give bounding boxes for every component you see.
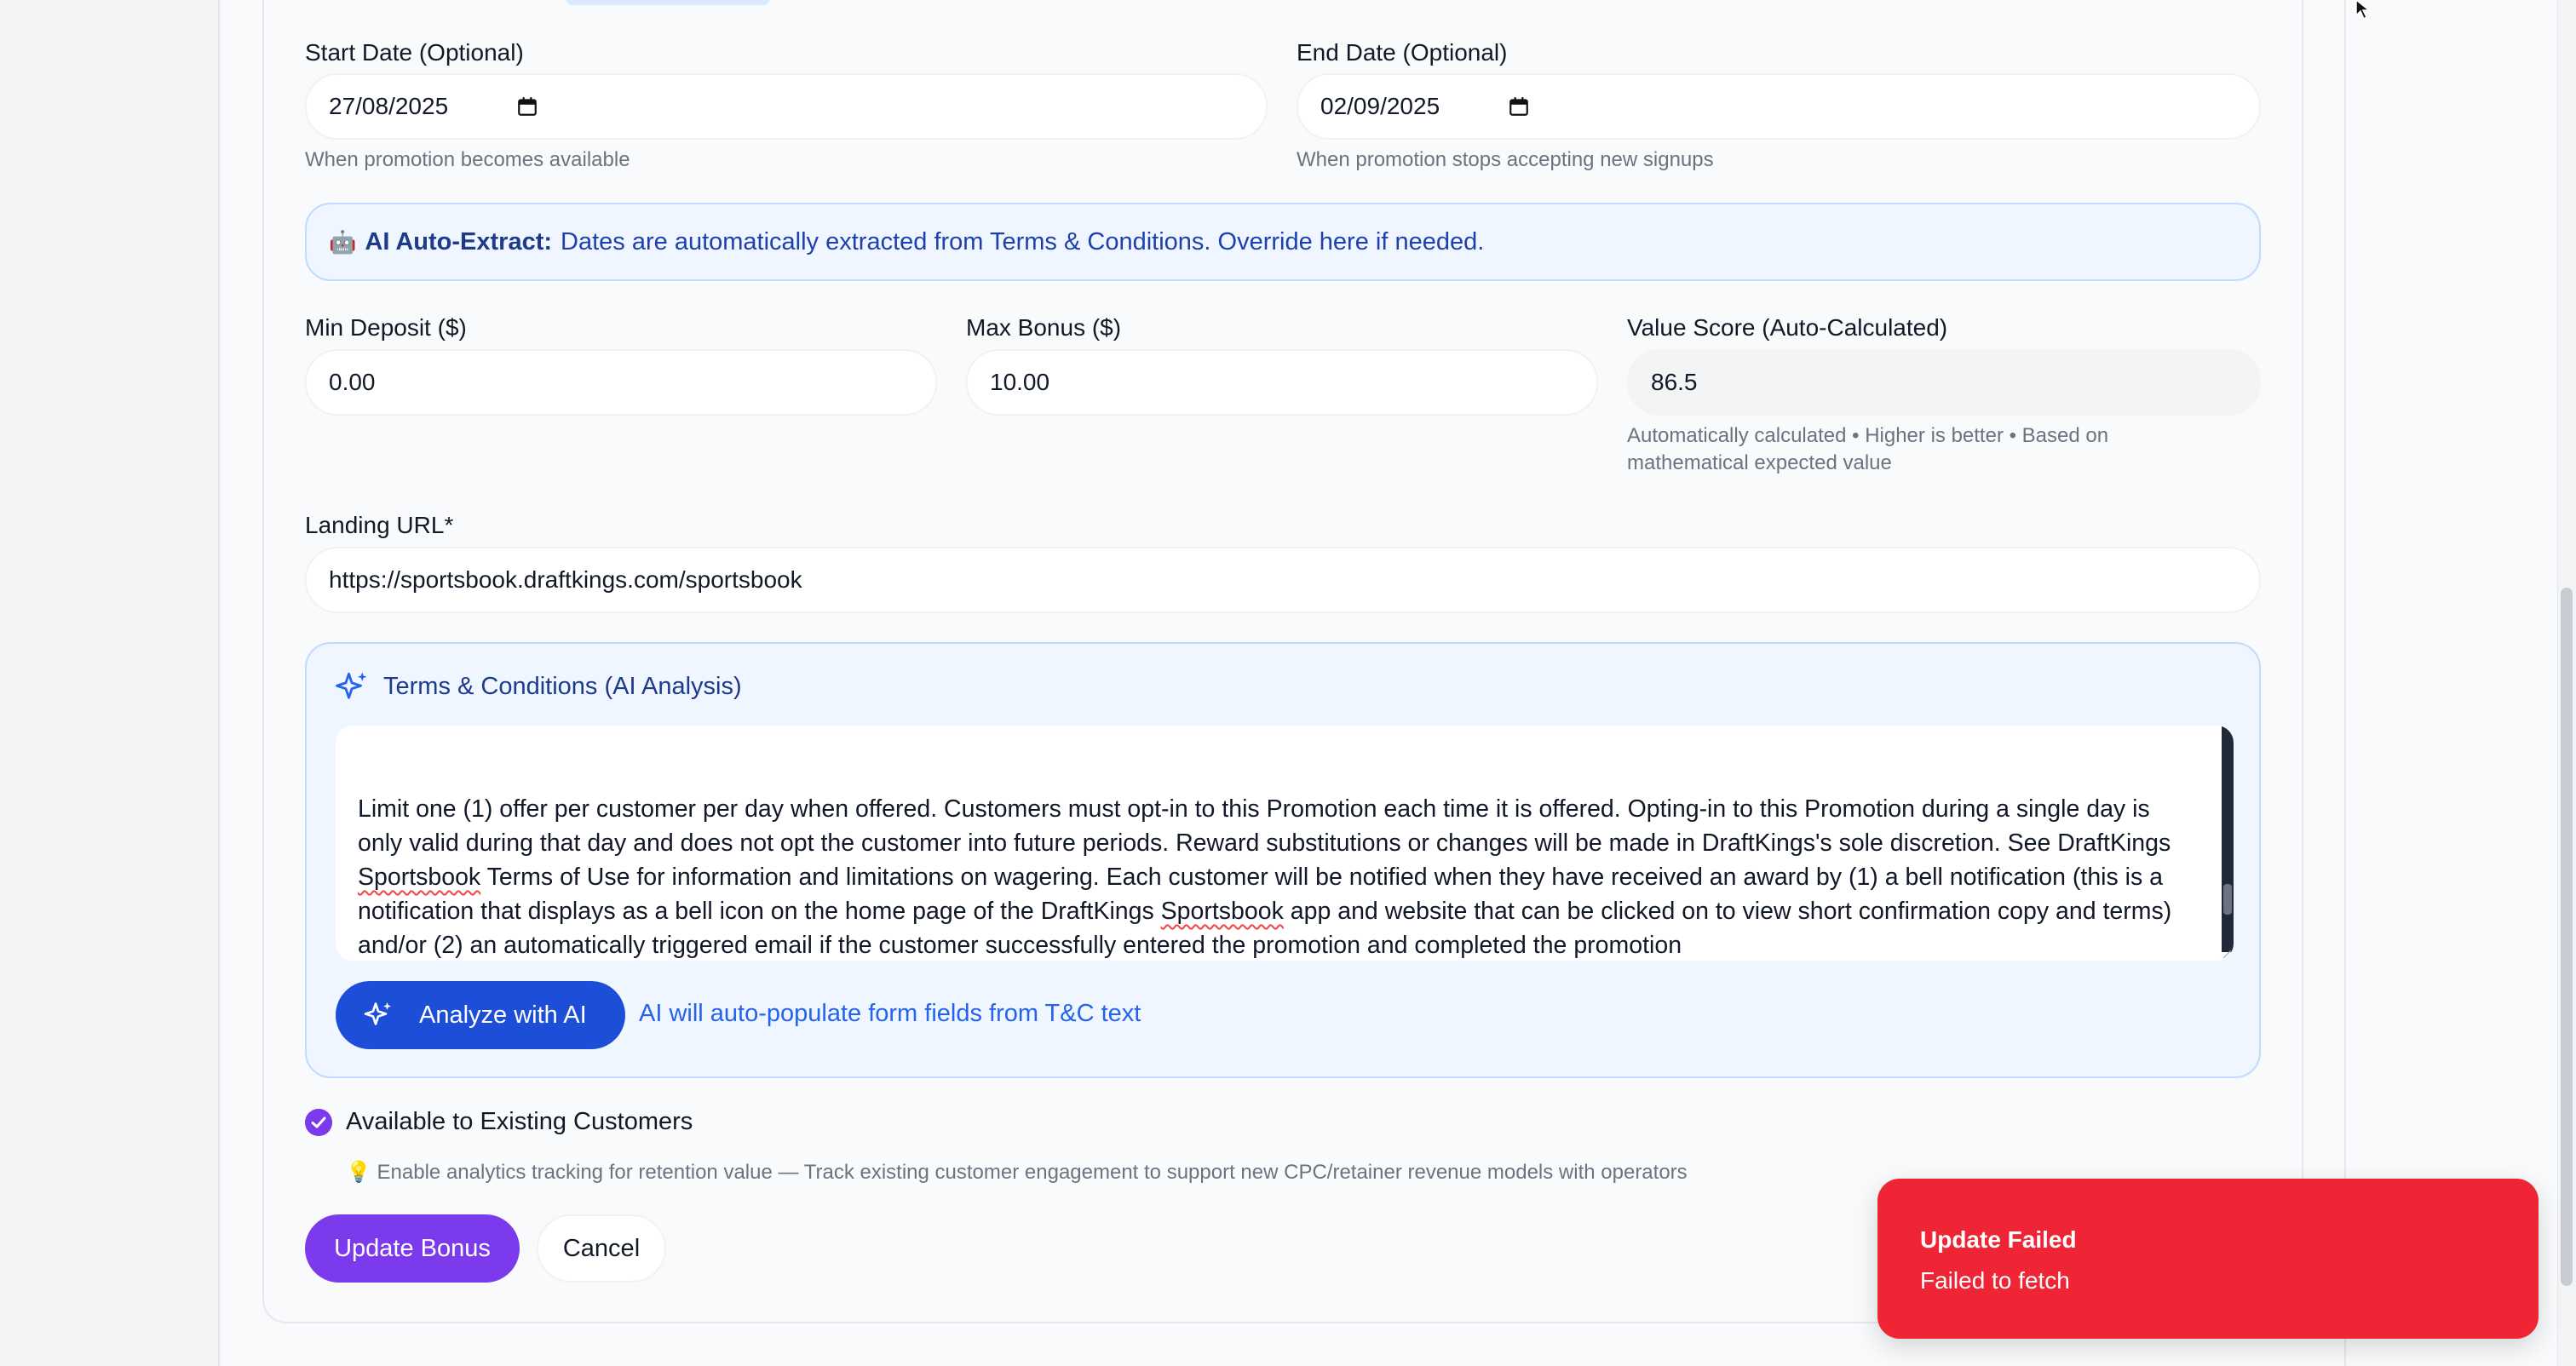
textarea-scrollbar-thumb[interactable] <box>2223 884 2232 915</box>
landing-url-value: https://sportsbook.draftkings.com/sports… <box>329 566 802 593</box>
terms-conditions-panel: Terms & Conditions (AI Analysis) Limit o… <box>305 642 2261 1078</box>
analyze-button-label: Analyze with AI <box>419 1001 587 1029</box>
value-score-help: Automatically calculated • Higher is bet… <box>1627 424 2109 474</box>
right-panel <box>2344 0 2576 1366</box>
error-toast[interactable]: Update Failed Failed to fetch <box>1877 1179 2539 1339</box>
left-sidebar-gutter <box>0 0 220 1366</box>
sparkles-icon <box>336 672 367 699</box>
cancel-button[interactable]: Cancel <box>537 1214 666 1283</box>
landing-url-input[interactable]: https://sportsbook.draftkings.com/sports… <box>305 547 2261 613</box>
page-scrollbar-thumb[interactable] <box>2561 588 2573 1286</box>
max-bonus-value: 10.00 <box>990 369 1050 395</box>
sparkles-icon <box>364 1002 391 1025</box>
terms-title: Terms & Conditions (AI Analysis) <box>383 673 742 700</box>
toast-message: Failed to fetch <box>1920 1267 2070 1294</box>
start-date-input[interactable]: 27/08/2025 <box>305 73 1268 140</box>
min-deposit-label: Min Deposit ($) <box>305 314 467 341</box>
max-bonus-label: Max Bonus ($) <box>966 314 1122 341</box>
end-date-value: 02/09/2025 <box>1320 93 1440 119</box>
start-date-value: 27/08/2025 <box>329 93 449 119</box>
min-deposit-value: 0.00 <box>329 369 376 395</box>
landing-url-label: Landing URL* <box>305 512 454 538</box>
existing-customers-label[interactable]: Available to Existing Customers <box>346 1108 693 1136</box>
end-date-input[interactable]: 02/09/2025 <box>1297 73 2261 140</box>
analytics-tip: 💡 Enable analytics tracking for retentio… <box>346 1161 1688 1184</box>
terms-text: Limit one (1) offer per customer per day… <box>358 795 2172 959</box>
value-score-label: Value Score (Auto-Calculated) <box>1627 314 1948 341</box>
textarea-scrollbar[interactable] <box>2222 726 2234 952</box>
robot-icon: 🤖 <box>329 228 357 255</box>
calendar-icon[interactable] <box>516 95 538 118</box>
value-score-value: 86.5 <box>1651 369 1698 395</box>
resize-grip-icon[interactable] <box>2222 949 2232 959</box>
analyze-note: AI will auto-populate form fields from T… <box>639 1000 1141 1027</box>
update-bonus-button[interactable]: Update Bonus <box>305 1214 520 1283</box>
analyze-with-ai-button[interactable]: Analyze with AI <box>336 981 625 1049</box>
start-date-help: When promotion becomes available <box>305 148 630 171</box>
ai-auto-extract-banner: 🤖 AI Auto-Extract: Dates are automatical… <box>305 203 2261 281</box>
mouse-cursor-icon <box>2355 0 2372 20</box>
min-deposit-input[interactable]: 0.00 <box>305 349 937 416</box>
value-score-field: 86.5 <box>1627 349 2261 416</box>
ai-banner-title: AI Auto-Extract: <box>365 227 553 255</box>
start-date-label: Start Date (Optional) <box>305 39 524 66</box>
terms-textarea[interactable]: Limit one (1) offer per customer per day… <box>336 726 2234 961</box>
end-date-label: End Date (Optional) <box>1297 39 1508 66</box>
calendar-icon[interactable] <box>1508 95 1530 118</box>
ai-banner-text: Dates are automatically extracted from T… <box>561 227 1485 255</box>
tab-indicator <box>566 0 770 5</box>
end-date-help: When promotion stops accepting new signu… <box>1297 148 1714 171</box>
page-scrollbar[interactable] <box>2557 0 2576 1366</box>
max-bonus-input[interactable]: 10.00 <box>966 349 1598 416</box>
toast-title: Update Failed <box>1920 1226 2077 1253</box>
existing-customers-checkbox[interactable] <box>305 1109 332 1136</box>
